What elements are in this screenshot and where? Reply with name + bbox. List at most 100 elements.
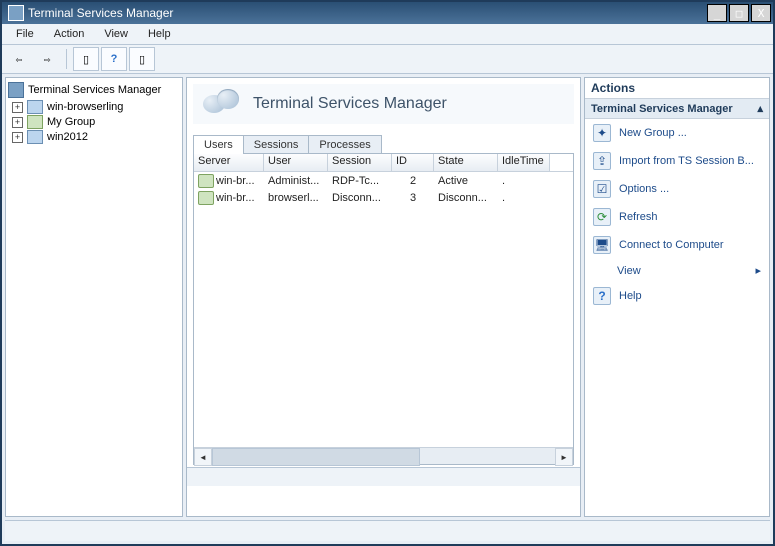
title-bar[interactable]: Terminal Services Manager _ □ X <box>2 2 773 24</box>
cell-state: Disconn... <box>434 192 498 204</box>
menu-view[interactable]: View <box>96 26 136 42</box>
action-label: Import from TS Session B... <box>619 155 754 167</box>
help-icon: ? <box>593 287 611 305</box>
arrow-right-icon: ⇨ <box>44 53 51 66</box>
toolbar: ⇦ ⇨ ▯ ? ▯ <box>2 45 773 74</box>
action-refresh[interactable]: ⟳ Refresh <box>585 203 769 231</box>
users-listview[interactable]: Server User Session ID State IdleTime wi… <box>193 153 574 465</box>
close-button[interactable]: X <box>751 4 771 22</box>
cell-idle: . <box>498 175 550 187</box>
scroll-right-button[interactable]: ► <box>555 448 573 466</box>
submenu-arrow-icon: ▸ <box>755 264 761 277</box>
tab-processes[interactable]: Processes <box>308 135 381 154</box>
action-label: Connect to Computer <box>619 239 724 251</box>
tree-root-label: Terminal Services Manager <box>28 84 161 96</box>
scroll-thumb[interactable] <box>212 448 420 466</box>
cell-id: 3 <box>392 192 434 204</box>
cell-session: RDP-Tc... <box>328 175 392 187</box>
cell-server: win-br... <box>216 174 255 186</box>
minimize-button[interactable]: _ <box>707 4 727 22</box>
new-group-icon: ✦ <box>593 124 611 142</box>
toolbar-help-button[interactable]: ? <box>101 47 127 71</box>
app-icon <box>8 5 24 21</box>
menu-file[interactable]: File <box>8 26 42 42</box>
tree-pane[interactable]: Terminal Services Manager + win-browserl… <box>5 77 183 517</box>
scroll-track[interactable] <box>212 448 555 464</box>
list-row[interactable]: win-br... browserl... Disconn... 3 Disco… <box>194 189 573 206</box>
actions-pane: Actions Terminal Services Manager ▴ ✦ Ne… <box>584 77 770 517</box>
main-statusbar <box>187 467 580 486</box>
show-tree-button[interactable]: ▯ <box>73 47 99 71</box>
list-rows: win-br... Administ... RDP-Tc... 2 Active… <box>194 172 573 447</box>
user-row-icon <box>198 174 214 188</box>
col-user[interactable]: User <box>264 154 328 171</box>
banner-icon <box>203 89 239 119</box>
col-idle[interactable]: IdleTime <box>498 154 550 171</box>
panel-icon: ▯ <box>83 53 89 66</box>
manager-icon <box>8 82 24 98</box>
group-icon <box>27 115 43 129</box>
server-icon <box>27 130 43 144</box>
expand-icon[interactable]: + <box>12 132 23 143</box>
help-icon: ? <box>111 53 118 65</box>
cell-state: Active <box>434 175 498 187</box>
col-id[interactable]: ID <box>392 154 434 171</box>
window-statusbar <box>5 520 770 541</box>
action-label: View <box>617 265 641 277</box>
cell-server: win-br... <box>216 191 255 203</box>
scroll-left-button[interactable]: ◄ <box>194 448 212 466</box>
app-window: Terminal Services Manager _ □ X File Act… <box>0 0 775 546</box>
nav-back-button[interactable]: ⇦ <box>6 47 32 71</box>
import-icon: ⇪ <box>593 152 611 170</box>
menu-action[interactable]: Action <box>46 26 93 42</box>
actions-header: Actions <box>585 78 769 98</box>
horizontal-scrollbar[interactable]: ◄ ► <box>194 447 573 464</box>
col-session[interactable]: Session <box>328 154 392 171</box>
action-label: New Group ... <box>619 127 687 139</box>
action-connect[interactable]: 🖥 Connect to Computer <box>585 231 769 259</box>
refresh-icon: ⟳ <box>593 208 611 226</box>
action-label: Help <box>619 290 642 302</box>
maximize-button[interactable]: □ <box>729 4 749 22</box>
action-new-group[interactable]: ✦ New Group ... <box>585 119 769 147</box>
main-banner: Terminal Services Manager <box>193 84 574 124</box>
action-import[interactable]: ⇪ Import from TS Session B... <box>585 147 769 175</box>
server-icon <box>27 100 43 114</box>
tab-strip: Users Sessions Processes <box>193 135 574 154</box>
tree-root[interactable]: Terminal Services Manager <box>8 82 180 98</box>
expand-icon[interactable]: + <box>12 117 23 128</box>
collapse-icon: ▴ <box>757 102 763 115</box>
tree-node[interactable]: + My Group <box>12 115 180 129</box>
arrow-left-icon: ⇦ <box>16 53 23 66</box>
tab-sessions[interactable]: Sessions <box>243 135 310 154</box>
list-row[interactable]: win-br... Administ... RDP-Tc... 2 Active… <box>194 172 573 189</box>
menu-bar: File Action View Help <box>2 24 773 45</box>
cell-idle: . <box>498 192 550 204</box>
tree-node[interactable]: + win2012 <box>12 130 180 144</box>
content-area: Terminal Services Manager + win-browserl… <box>2 74 773 520</box>
main-pane-inner: Terminal Services Manager Users Sessions… <box>187 78 580 467</box>
tab-users[interactable]: Users <box>193 135 244 154</box>
expand-icon[interactable]: + <box>12 102 23 113</box>
show-actions-button[interactable]: ▯ <box>129 47 155 71</box>
connect-icon: 🖥 <box>593 236 611 254</box>
tree-node[interactable]: + win-browserling <box>12 100 180 114</box>
actions-subheader[interactable]: Terminal Services Manager ▴ <box>585 98 769 119</box>
nav-forward-button[interactable]: ⇨ <box>34 47 60 71</box>
action-label: Options ... <box>619 183 669 195</box>
action-label: Refresh <box>619 211 658 223</box>
tree-node-label: win2012 <box>47 131 88 143</box>
col-server[interactable]: Server <box>194 154 264 171</box>
col-state[interactable]: State <box>434 154 498 171</box>
cell-session: Disconn... <box>328 192 392 204</box>
tree-node-label: win-browserling <box>47 101 123 113</box>
menu-help[interactable]: Help <box>140 26 179 42</box>
toolbar-separator <box>66 49 67 69</box>
cell-id: 2 <box>392 175 434 187</box>
main-pane: Terminal Services Manager Users Sessions… <box>186 77 581 517</box>
banner-title: Terminal Services Manager <box>253 95 447 113</box>
action-help[interactable]: ? Help <box>585 282 769 310</box>
action-options[interactable]: ☑ Options ... <box>585 175 769 203</box>
cell-user: Administ... <box>264 175 328 187</box>
action-view[interactable]: View ▸ <box>585 259 769 282</box>
